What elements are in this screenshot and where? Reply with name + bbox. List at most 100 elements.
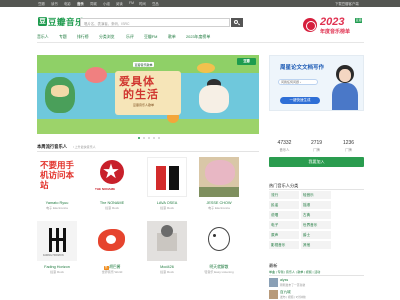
avatar[interactable] (269, 290, 278, 299)
artist-name[interactable]: Mod426 (147, 265, 187, 269)
genre-tag-rap[interactable]: 说唱 (269, 211, 299, 219)
topnav-item-time[interactable]: 时间 (139, 1, 146, 6)
subnav-item-musicians[interactable]: 音乐人 (37, 34, 49, 40)
download-app-link[interactable]: 下载豆瓣客户端 (335, 1, 359, 6)
hero-banner[interactable]: 豆瓣音乐歌单 爱具体 的生活 豆瓣音乐人歌单 豆瓣 (37, 55, 259, 134)
avatar (339, 69, 351, 82)
ad-header: 周星论文文档写作 (280, 65, 325, 71)
banner-top-caption: 豆瓣音乐歌单 (133, 62, 155, 67)
artist-cover[interactable] (92, 221, 132, 261)
banner-title-line2: 的生活 (123, 89, 159, 101)
topnav-item-douban[interactable]: 豆瓣 (38, 1, 45, 6)
join-button[interactable]: 我要加入 (269, 157, 364, 167)
cover-text: FADING HORIZON (43, 254, 64, 257)
user-activity: 发布 | 视频 | 9分钟前 (280, 294, 306, 299)
cover-text: 不要用手机访问本站 (40, 160, 75, 190)
artist-name[interactable]: LAVA OSEA (147, 201, 187, 205)
topnav-item-goods[interactable]: 豆品 (152, 1, 159, 6)
genre-tag-jazz[interactable]: 爵士 (301, 231, 331, 239)
genre-tag-classical[interactable]: 古典 (301, 211, 331, 219)
cloud-illustration (85, 67, 107, 83)
subnav-item-annual[interactable]: 2023年度榜单 (186, 34, 210, 40)
ad-pill: 问我任何问题 › (278, 79, 318, 85)
cat-illustration (199, 85, 229, 113)
topnav-item-events[interactable]: 同城 (90, 1, 97, 6)
topnav-item-movies[interactable]: 电影 (64, 1, 71, 6)
global-top-nav: 豆瓣 读书 电影 音乐 同城 小组 阅读 FM 时间 豆品 下载豆瓣客户端 (0, 0, 400, 7)
subnav-item-browse[interactable]: 分类浏览 (99, 34, 115, 40)
genre-tag-pop[interactable]: 流行 (269, 191, 299, 199)
annual-chart-promo[interactable]: 2023 豆瓣 年度音乐榜单 (303, 16, 363, 43)
artist-name[interactable]: Yamato Ryuu (37, 201, 77, 205)
weekly-musicians-subtitle[interactable]: / 上升最快音乐人 (73, 145, 96, 149)
search-input[interactable]: 唱片名、表演者、条码、ISRC (80, 18, 230, 27)
stat-labels[interactable]: 2719 厂牌 (301, 140, 332, 152)
artist-cover[interactable] (147, 157, 187, 197)
artist-genre: 轻音乐 Easy Listening (204, 270, 234, 274)
genre-tag-other[interactable]: 其他 (301, 241, 331, 249)
artist-cover[interactable] (147, 221, 187, 261)
carousel-dot-5[interactable] (158, 137, 161, 140)
divider (269, 275, 364, 276)
artist-cover[interactable]: 不要用手机访问本站 (37, 157, 77, 197)
douban-logo-icon[interactable]: 豆 (38, 17, 47, 26)
artist-genre: 摇滚 Rock (160, 270, 174, 274)
record-icon (303, 18, 317, 32)
genre-tag-rock[interactable]: 摇滚 (301, 201, 331, 209)
subnav-item-fm[interactable]: 豆瓣FM (144, 34, 157, 40)
musician-stats: 47332 音乐人 2719 厂牌 1236 厂牌 (269, 140, 364, 152)
banner-douban-tag: 豆瓣 (237, 58, 256, 65)
artist-name[interactable]: The NONAME (92, 201, 132, 205)
cover-text: THE NONAME (95, 187, 116, 191)
ad-button[interactable]: 一键快速生成 (280, 97, 320, 104)
avatar[interactable] (269, 278, 278, 287)
site-logo-text[interactable]: 豆瓣音乐 (48, 16, 84, 28)
topnav-item-fm[interactable]: FM (129, 1, 134, 5)
stat-musicians[interactable]: 47332 音乐人 (269, 140, 300, 152)
search-placeholder: 唱片名、表演者、条码、ISRC (84, 22, 130, 26)
banner-bottom-caption: 豆瓣音乐人歌单 (133, 103, 155, 107)
artist-genre: 电子 Electronica (46, 206, 68, 210)
artist-genre: 电子 Electronica (208, 206, 230, 210)
subnav-item-reviews[interactable]: 乐评 (126, 34, 134, 40)
genre-tag-easy[interactable]: 轻音乐 (301, 191, 331, 199)
artist-cover[interactable]: ★ THE NONAME (92, 157, 132, 197)
genre-tag-film[interactable]: 影视音乐 (269, 241, 299, 249)
weekly-musicians-title: 本周流行音乐人 (37, 144, 68, 149)
user-name[interactable]: alyss (280, 278, 288, 282)
artist-name[interactable]: Fading Horizon (37, 265, 77, 269)
carousel-dot-2[interactable] (143, 137, 146, 140)
artist-genre: 世界音乐 World (101, 270, 123, 274)
carousel-dot-4[interactable] (153, 137, 156, 140)
artist-genre: 摇滚 Rock (50, 270, 64, 274)
genre-tag-electronic[interactable]: 电子 (269, 221, 299, 229)
artist-name[interactable]: JESSE CHOW (199, 201, 239, 205)
genre-tag-soundtrack[interactable]: 原声 (269, 231, 299, 239)
carousel-dot-3[interactable] (148, 137, 151, 140)
topnav-item-read[interactable]: 阅读 (116, 1, 123, 6)
artist-cover[interactable] (199, 221, 239, 261)
subnav-item-topics[interactable]: 专题 (59, 34, 67, 40)
subnav-item-charts[interactable]: 排行榜 (77, 34, 89, 40)
search-button[interactable] (231, 18, 243, 27)
artist-genre: 摇滚 Rock (160, 206, 174, 210)
artist-genre: 摇滚 Rock (105, 206, 119, 210)
stat-labels-2[interactable]: 1236 厂牌 (333, 140, 364, 152)
topnav-item-groups[interactable]: 小组 (103, 1, 110, 6)
artist-cover[interactable] (199, 157, 239, 197)
carousel-dot-1[interactable] (138, 137, 141, 140)
user-activity: 刚刚发布了一首新歌 (280, 282, 306, 287)
promo-subtitle: 年度音乐榜单 (320, 29, 351, 35)
promo-year: 2023 (320, 16, 345, 28)
topnav-item-books[interactable]: 读书 (51, 1, 58, 6)
recent-user-item[interactable]: 百九城 发布 | 视频 | 9分钟前 (269, 290, 364, 300)
artist-cover[interactable]: FADING HORIZON (37, 221, 77, 261)
subnav-item-playlists[interactable]: 歌单 (168, 34, 176, 40)
recent-tabs[interactable]: 单曲 | 专辑 | 音乐人 | 歌单 | 视频 | 活动 (269, 270, 320, 274)
genre-tag-folk[interactable]: 民谣 (269, 201, 299, 209)
sidebar-ad[interactable]: 周星论文文档写作 问我任何问题 › 一键快速生成 (269, 55, 364, 111)
star-icon: ★ (102, 161, 120, 183)
genre-tag-world[interactable]: 世界音乐 (301, 221, 331, 229)
topnav-item-music[interactable]: 音乐 (77, 1, 84, 6)
recent-user-item[interactable]: alyss 刚刚发布了一首新歌 (269, 278, 364, 288)
